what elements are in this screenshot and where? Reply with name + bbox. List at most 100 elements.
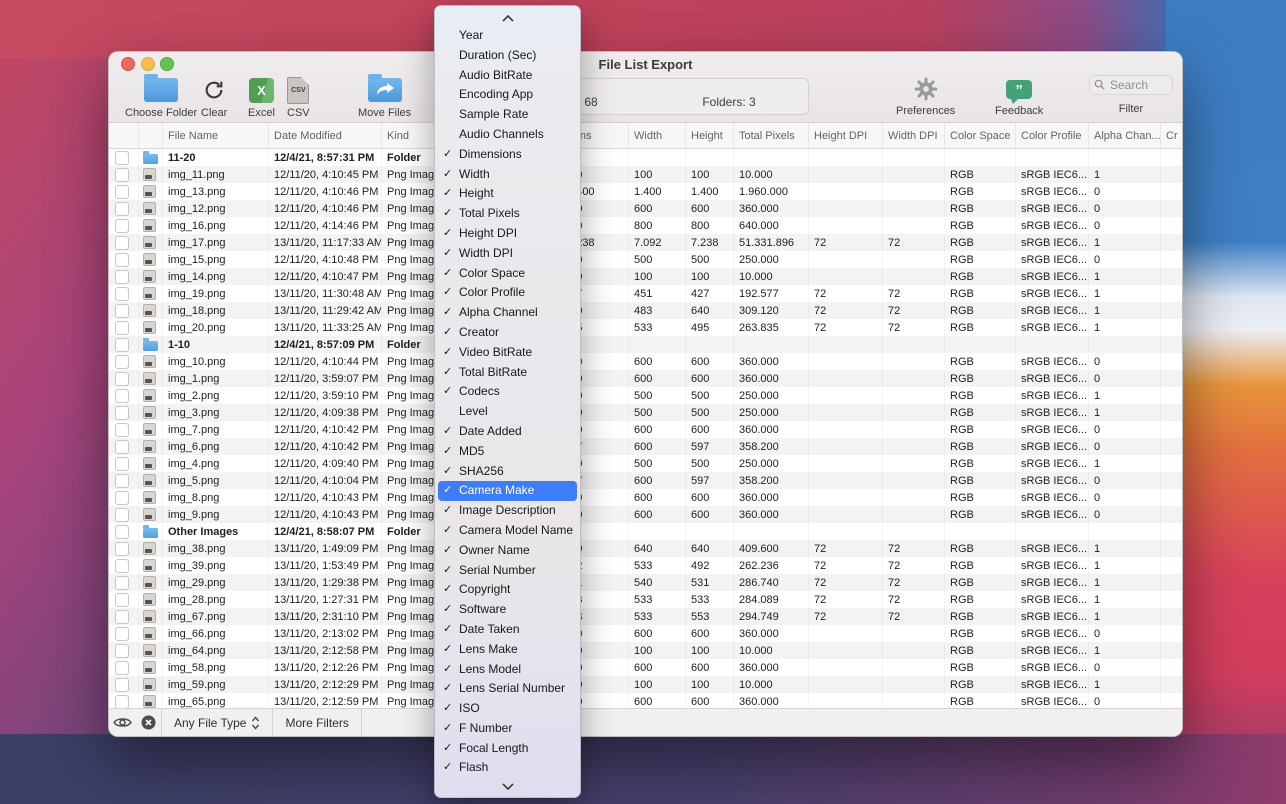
column-header-height[interactable]: Height: [686, 123, 734, 148]
row-checkbox[interactable]: [115, 695, 129, 709]
column-header-width[interactable]: Width: [629, 123, 686, 148]
row-checkbox[interactable]: [115, 168, 129, 182]
table-row[interactable]: img_28.png13/11/20, 1:27:31 PMPng Image5…: [109, 591, 1183, 608]
table-row[interactable]: img_5.png12/11/20, 4:10:04 PMPng Image60…: [109, 472, 1183, 489]
row-checkbox[interactable]: [115, 474, 129, 488]
clear-button[interactable]: Clear: [201, 76, 227, 119]
table-row[interactable]: img_18.png13/11/20, 11:29:42 AMPng Image…: [109, 302, 1183, 319]
table-row[interactable]: img_29.png13/11/20, 1:29:38 PMPng Image5…: [109, 574, 1183, 591]
column-header-width-dpi[interactable]: Width DPI: [883, 123, 945, 148]
menu-item-lens-serial-number[interactable]: ✓Lens Serial Number: [435, 679, 580, 699]
menu-item-video-bitrate[interactable]: ✓Video BitRate: [435, 343, 580, 363]
table-row[interactable]: img_6.png12/11/20, 4:10:42 PMPng Image60…: [109, 438, 1183, 455]
menu-item-software[interactable]: ✓Software: [435, 600, 580, 620]
row-checkbox[interactable]: [115, 457, 129, 471]
excel-export-button[interactable]: X Excel: [248, 76, 275, 119]
menu-item-codecs[interactable]: ✓Codecs: [435, 382, 580, 402]
menu-item-f-number[interactable]: ✓F Number: [435, 719, 580, 739]
row-checkbox[interactable]: [115, 610, 129, 624]
row-checkbox[interactable]: [115, 406, 129, 420]
table-row[interactable]: img_10.png12/11/20, 4:10:44 PMPng Image6…: [109, 353, 1183, 370]
table-row[interactable]: img_8.png12/11/20, 4:10:43 PMPng Image60…: [109, 489, 1183, 506]
menu-item-width-dpi[interactable]: ✓Width DPI: [435, 244, 580, 264]
row-checkbox[interactable]: [115, 491, 129, 505]
table-row[interactable]: img_66.png13/11/20, 2:13:02 PMPng Image6…: [109, 625, 1183, 642]
column-header-date-modified[interactable]: Date Modified: [269, 123, 382, 148]
menu-item-color-profile[interactable]: ✓Color Profile: [435, 283, 580, 303]
row-checkbox[interactable]: [115, 542, 129, 556]
menu-item-dimensions[interactable]: ✓Dimensions: [435, 145, 580, 165]
menu-item-date-taken[interactable]: ✓Date Taken: [435, 620, 580, 640]
table-row[interactable]: 1-1012/4/21, 8:57:09 PMFolder: [109, 336, 1183, 353]
row-checkbox[interactable]: [115, 627, 129, 641]
row-checkbox[interactable]: [115, 678, 129, 692]
table-row[interactable]: img_67.png13/11/20, 2:31:10 PMPng Image5…: [109, 608, 1183, 625]
row-checkbox[interactable]: [115, 508, 129, 522]
row-checkbox[interactable]: [115, 661, 129, 675]
table-row[interactable]: img_1.png12/11/20, 3:59:07 PMPng Image60…: [109, 370, 1183, 387]
row-checkbox[interactable]: [115, 236, 129, 250]
table-row[interactable]: img_13.png12/11/20, 4:10:46 PMPng Image1…: [109, 183, 1183, 200]
menu-item-creator[interactable]: ✓Creator: [435, 323, 580, 343]
menu-item-image-description[interactable]: ✓Image Description: [435, 501, 580, 521]
table-row[interactable]: img_17.png13/11/20, 11:17:33 AMPng Image…: [109, 234, 1183, 251]
table-row[interactable]: img_38.png13/11/20, 1:49:09 PMPng Image6…: [109, 540, 1183, 557]
table-row[interactable]: img_2.png12/11/20, 3:59:10 PMPng Image50…: [109, 387, 1183, 404]
menu-item-alpha-channel[interactable]: ✓Alpha Channel: [435, 303, 580, 323]
choose-folder-button[interactable]: Choose Folder: [125, 76, 197, 119]
row-checkbox[interactable]: [115, 355, 129, 369]
row-checkbox[interactable]: [115, 270, 129, 284]
row-checkbox[interactable]: [115, 202, 129, 216]
row-checkbox[interactable]: [115, 440, 129, 454]
menu-item-camera-model-name[interactable]: ✓Camera Model Name: [435, 521, 580, 541]
table-row[interactable]: img_7.png12/11/20, 4:10:42 PMPng Image60…: [109, 421, 1183, 438]
row-checkbox[interactable]: [115, 287, 129, 301]
menu-item-color-space[interactable]: ✓Color Space: [435, 264, 580, 284]
row-checkbox[interactable]: [115, 338, 129, 352]
row-checkbox[interactable]: [115, 151, 129, 165]
chevron-up-icon[interactable]: [435, 10, 580, 26]
menu-item-audio-channels[interactable]: Audio Channels: [435, 125, 580, 145]
column-header-height-dpi[interactable]: Height DPI: [809, 123, 883, 148]
table-row[interactable]: img_12.png12/11/20, 4:10:46 PMPng Image6…: [109, 200, 1183, 217]
table-row[interactable]: img_59.png13/11/20, 2:12:29 PMPng Image1…: [109, 676, 1183, 693]
table-row[interactable]: Other Images12/4/21, 8:58:07 PMFolder: [109, 523, 1183, 540]
menu-item-serial-number[interactable]: ✓Serial Number: [435, 561, 580, 581]
menu-item-focal-length[interactable]: ✓Focal Length: [435, 739, 580, 759]
row-checkbox[interactable]: [115, 525, 129, 539]
row-checkbox[interactable]: [115, 576, 129, 590]
table-row[interactable]: img_9.png12/11/20, 4:10:43 PMPng Image60…: [109, 506, 1183, 523]
row-checkbox[interactable]: [115, 644, 129, 658]
feedback-button[interactable]: ” Feedback: [995, 76, 1043, 117]
menu-item-lens-model[interactable]: ✓Lens Model: [435, 660, 580, 680]
row-checkbox[interactable]: [115, 389, 129, 403]
column-header-color-profile[interactable]: Color Profile: [1016, 123, 1089, 148]
preferences-button[interactable]: Preferences: [896, 76, 955, 117]
column-header-cr[interactable]: Cr: [1161, 123, 1183, 148]
csv-export-button[interactable]: CSV CSV: [287, 76, 310, 119]
menu-item-flash[interactable]: ✓Flash: [435, 758, 580, 778]
table-row[interactable]: img_64.png13/11/20, 2:12:58 PMPng Image1…: [109, 642, 1183, 659]
eye-icon[interactable]: [109, 709, 135, 736]
clear-filter-icon[interactable]: [135, 709, 161, 736]
table-row[interactable]: 11-2012/4/21, 8:57:31 PMFolder: [109, 149, 1183, 166]
row-checkbox[interactable]: [115, 559, 129, 573]
column-header-file-name[interactable]: File Name: [163, 123, 269, 148]
chevron-down-icon[interactable]: [435, 778, 580, 794]
file-type-dropdown[interactable]: Any File Type: [162, 709, 272, 736]
menu-item-height[interactable]: ✓Height: [435, 184, 580, 204]
column-header-total-pixels[interactable]: Total Pixels: [734, 123, 809, 148]
row-checkbox[interactable]: [115, 219, 129, 233]
menu-item-height-dpi[interactable]: ✓Height DPI: [435, 224, 580, 244]
menu-item-date-added[interactable]: ✓Date Added: [435, 422, 580, 442]
table-row[interactable]: img_39.png13/11/20, 1:53:49 PMPng Image5…: [109, 557, 1183, 574]
table-row[interactable]: img_11.png12/11/20, 4:10:45 PMPng Image1…: [109, 166, 1183, 183]
table-row[interactable]: img_3.png12/11/20, 4:09:38 PMPng Image50…: [109, 404, 1183, 421]
menu-item-encoding-app[interactable]: Encoding App: [435, 85, 580, 105]
menu-item-iso[interactable]: ✓ISO: [435, 699, 580, 719]
column-header-color-space[interactable]: Color Space: [945, 123, 1016, 148]
row-checkbox[interactable]: [115, 321, 129, 335]
column-header-alpha-chan[interactable]: Alpha Chan...: [1089, 123, 1161, 148]
table-row[interactable]: img_20.png13/11/20, 11:33:25 AMPng Image…: [109, 319, 1183, 336]
column-header-blank-0[interactable]: [109, 123, 139, 148]
